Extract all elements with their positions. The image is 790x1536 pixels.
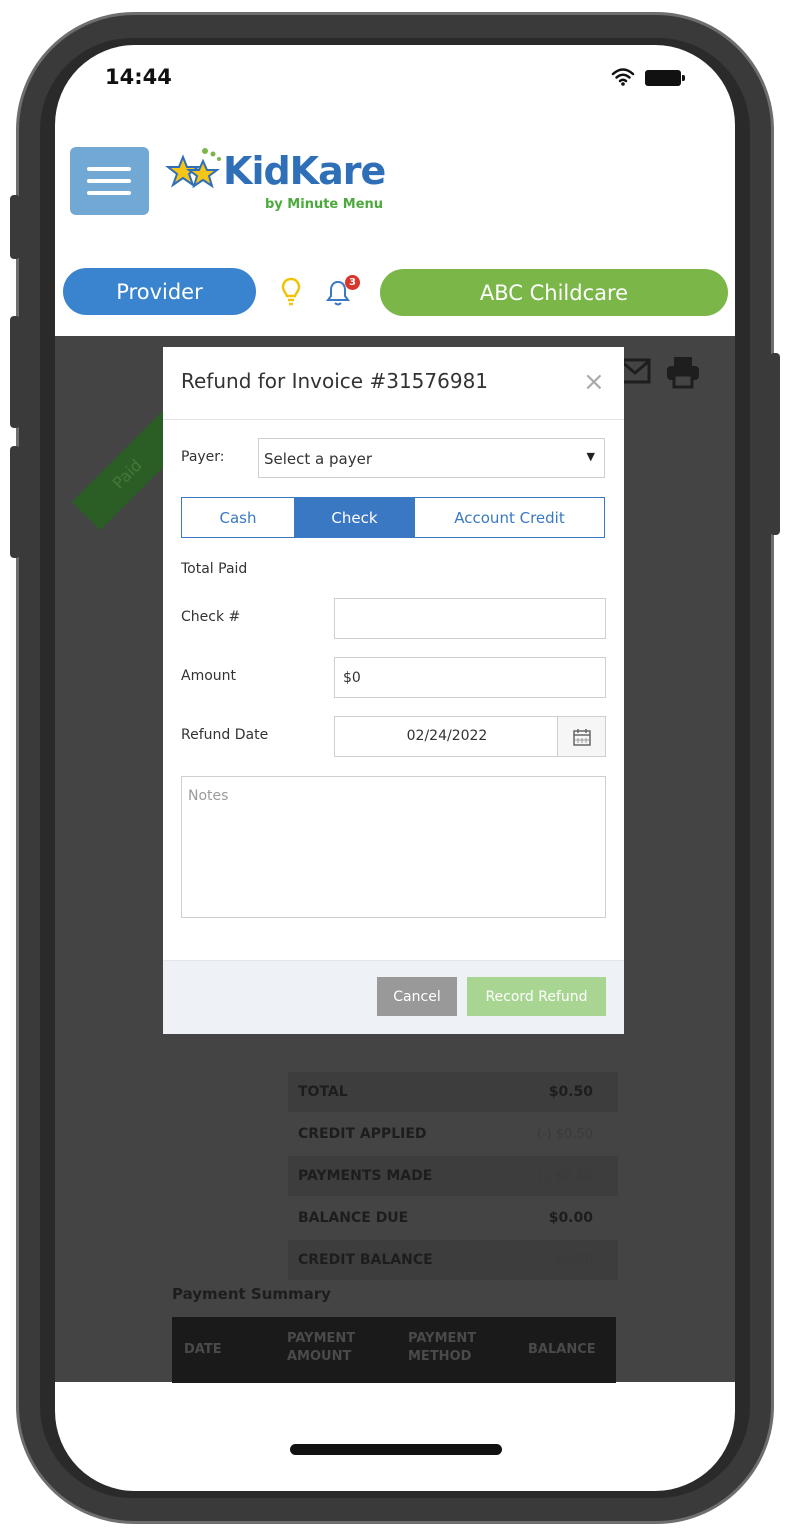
caret-down-icon: ▼: [586, 450, 595, 463]
summary-row: TOTAL $0.50: [288, 1072, 618, 1112]
summary-label: PAYMENTS MADE: [298, 1168, 433, 1184]
payer-label: Payer:: [181, 449, 225, 465]
tab-account-credit[interactable]: Account Credit: [415, 498, 604, 537]
summary-label: TOTAL: [298, 1084, 348, 1100]
summary-value: (-) $0.50: [536, 1169, 593, 1184]
battery-tip: [682, 75, 685, 81]
modal-header-divider: [163, 419, 624, 420]
phone-volume-up-button: [10, 316, 20, 428]
close-icon[interactable]: ×: [583, 367, 605, 397]
notification-badge: 3: [345, 275, 360, 290]
print-icon[interactable]: [665, 355, 701, 389]
refund-date-label: Refund Date: [181, 727, 269, 743]
tab-cash[interactable]: Cash: [182, 498, 294, 537]
battery-icon: [645, 70, 681, 86]
summary-value: $0.50: [555, 1253, 593, 1268]
amount-input[interactable]: $0: [334, 657, 606, 698]
summary-row: CREDIT APPLIED (-) $0.50: [288, 1114, 618, 1154]
cancel-button[interactable]: Cancel: [377, 977, 457, 1016]
kidkare-logo-icon: [165, 148, 221, 189]
notes-textarea[interactable]: Notes: [181, 776, 606, 918]
summary-label: CREDIT APPLIED: [298, 1126, 427, 1142]
lightbulb-icon[interactable]: [281, 277, 301, 307]
column-header-date: DATE: [184, 1342, 222, 1357]
payer-select-value: Select a payer: [264, 450, 372, 468]
status-time: 14:44: [105, 65, 172, 89]
column-header-payment-amount: PAYMENT AMOUNT: [287, 1331, 356, 1364]
phone-power-button: [770, 353, 780, 535]
paid-ribbon-text: Paid: [108, 455, 146, 493]
refund-date-input[interactable]: 02/24/2022: [334, 716, 606, 757]
logo-subtext: by Minute Menu: [265, 197, 384, 212]
summary-row: PAYMENTS MADE (-) $0.50: [288, 1156, 618, 1196]
summary-value: $0.00: [548, 1210, 593, 1226]
phone-action-button: [10, 195, 20, 259]
wifi-icon: [611, 68, 635, 86]
summary-label: BALANCE DUE: [298, 1210, 409, 1226]
column-header-balance: BALANCE: [528, 1342, 596, 1357]
summary-value: $0.50: [548, 1084, 593, 1100]
summary-value: (-) $0.50: [536, 1127, 593, 1142]
logo-text: KidKare: [223, 149, 386, 193]
amount-label: Amount: [181, 668, 237, 684]
center-selector-button[interactable]: ABC Childcare: [380, 269, 728, 316]
total-paid-label: Total Paid: [181, 561, 248, 577]
calendar-button[interactable]: [557, 717, 605, 756]
refund-modal: Refund for Invoice #31576981 × Payer: Se…: [163, 347, 624, 1034]
refund-date-value: 02/24/2022: [406, 728, 488, 744]
summary-label: CREDIT BALANCE: [298, 1252, 433, 1268]
column-header-payment-method: PAYMENT METHOD: [408, 1331, 477, 1364]
check-number-input[interactable]: [334, 598, 606, 639]
modal-title: Refund for Invoice #31576981: [181, 369, 489, 393]
provider-role-button[interactable]: Provider: [63, 268, 256, 315]
menu-button[interactable]: [70, 147, 149, 215]
payment-summary-title: Payment Summary: [172, 1285, 331, 1303]
phone-volume-down-button: [10, 446, 20, 558]
phone-screen: 14:44 KidKare by Minute Menu Provider 3 …: [55, 45, 735, 1491]
record-refund-button[interactable]: Record Refund: [467, 977, 606, 1016]
home-indicator[interactable]: [290, 1444, 502, 1455]
summary-row: CREDIT BALANCE $0.50: [288, 1240, 618, 1280]
summary-row: BALANCE DUE $0.00: [288, 1198, 618, 1238]
check-number-label: Check #: [181, 609, 241, 625]
calendar-icon: [573, 729, 591, 746]
payer-select[interactable]: Select a payer ▼: [258, 438, 605, 478]
payment-method-tabs: Cash Check Account Credit: [181, 497, 605, 538]
tab-check[interactable]: Check: [294, 498, 415, 537]
payment-summary-header: DATE PAYMENT AMOUNT PAYMENT METHOD BALAN…: [172, 1317, 616, 1383]
